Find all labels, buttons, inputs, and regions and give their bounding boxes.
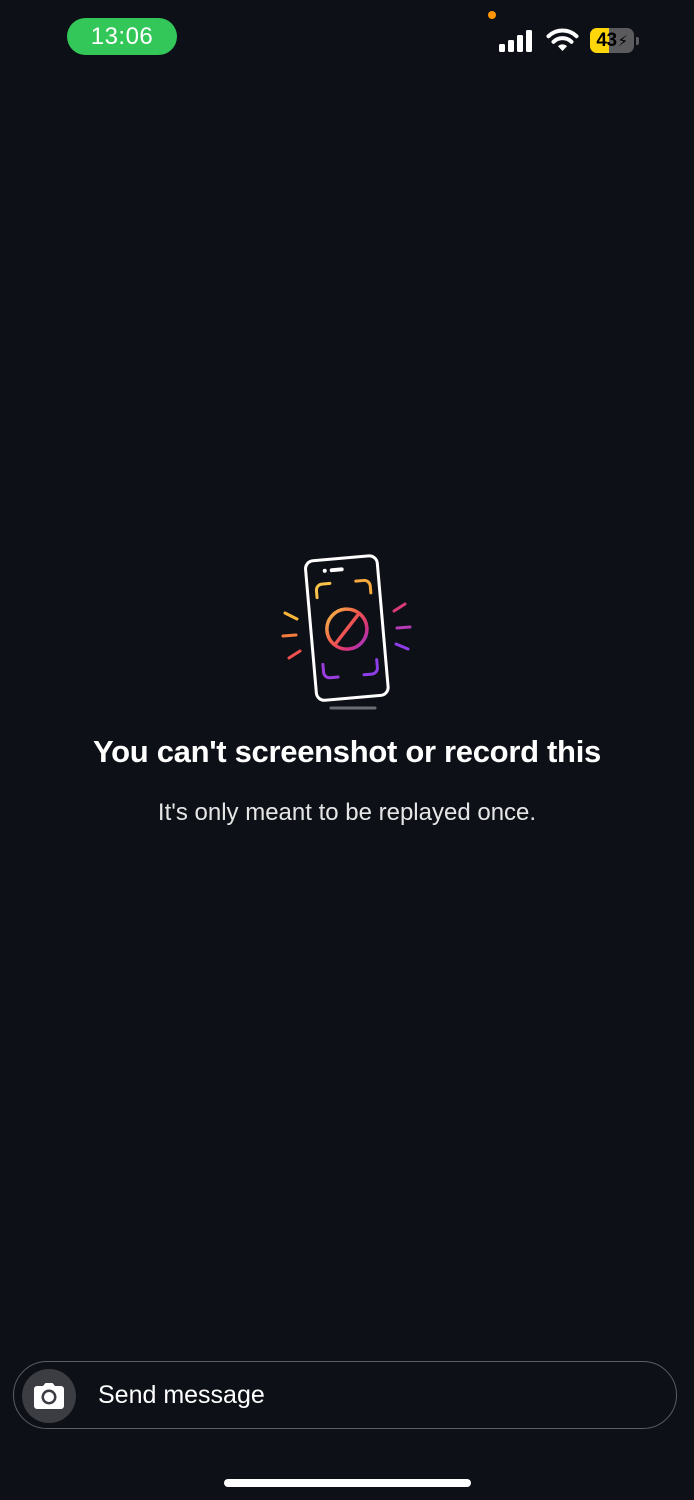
home-indicator[interactable] bbox=[224, 1479, 471, 1487]
message-composer[interactable]: Send message bbox=[13, 1361, 677, 1429]
charging-bolt-icon: ⚡ bbox=[617, 32, 629, 50]
battery-percent: 43 bbox=[596, 29, 617, 51]
camera-button[interactable] bbox=[22, 1369, 76, 1423]
send-message-input[interactable]: Send message bbox=[98, 1362, 265, 1428]
battery-tip bbox=[636, 37, 639, 45]
battery-level: 43 ⚡ bbox=[590, 28, 634, 53]
screenshot-blocked-icon bbox=[281, 554, 412, 710]
status-time[interactable]: 13:06 bbox=[67, 18, 177, 55]
notice-title: You can't screenshot or record this bbox=[93, 734, 601, 769]
battery-icon: 43 ⚡ bbox=[590, 28, 639, 53]
privacy-indicator-dot bbox=[488, 11, 496, 19]
camera-icon bbox=[34, 1383, 64, 1409]
battery-body: 43 ⚡ bbox=[590, 28, 634, 53]
notice-subtitle: It's only meant to be replayed once. bbox=[157, 799, 537, 826]
wifi-icon bbox=[546, 28, 579, 51]
signal-icon bbox=[499, 30, 532, 52]
status-bar: 13:06 43 ⚡ bbox=[0, 0, 694, 80]
